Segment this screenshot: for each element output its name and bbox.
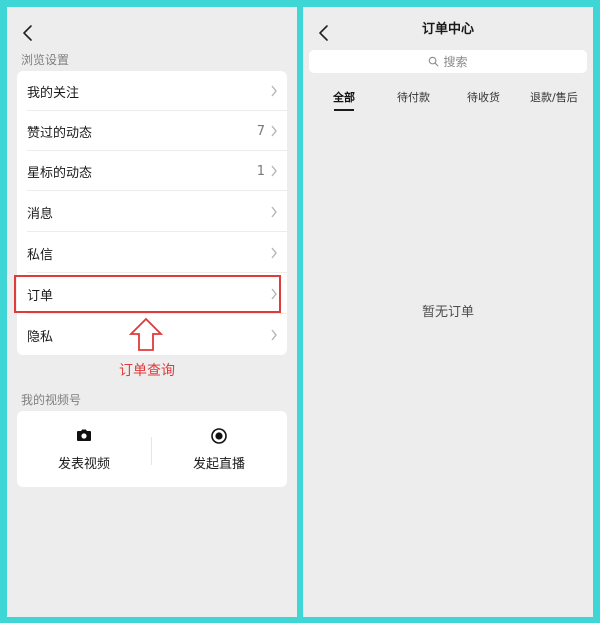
chevron-right-icon bbox=[271, 85, 277, 97]
settings-panel: 浏览设置 我的关注 赞过的动态 7 星标的动态 1 消息 私信 订单 隐私 订单… bbox=[7, 7, 297, 617]
search-placeholder: 搜索 bbox=[443, 55, 468, 69]
tab-pending-payment[interactable]: 待付款 bbox=[397, 89, 430, 105]
row-label: 我的关注 bbox=[27, 85, 80, 101]
row-label: 私信 bbox=[27, 247, 54, 263]
settings-row-following[interactable]: 我的关注 bbox=[17, 71, 287, 111]
chevron-right-icon bbox=[271, 206, 277, 218]
post-video-label: 发表视频 bbox=[57, 456, 110, 472]
chevron-right-icon bbox=[271, 329, 277, 341]
orders-highlight-box bbox=[14, 275, 281, 313]
page-title: 订单中心 bbox=[421, 22, 474, 37]
settings-row-private-messages[interactable]: 私信 bbox=[17, 233, 287, 273]
live-record-icon bbox=[211, 427, 227, 444]
post-video-button[interactable]: 发表视频 bbox=[17, 411, 151, 487]
channels-card: 发表视频 发起直播 bbox=[17, 411, 287, 487]
arrow-up-icon bbox=[128, 317, 164, 351]
back-arrow-icon[interactable] bbox=[19, 21, 39, 45]
section-title-browse: 浏览设置 bbox=[21, 53, 70, 67]
order-center-panel: 订单中心 搜索 全部 待付款 待收货 退款/售后 暂无订单 bbox=[303, 7, 593, 617]
order-query-annotation: 订单查询 bbox=[119, 363, 175, 379]
empty-state-message: 暂无订单 bbox=[421, 305, 474, 320]
tab-pending-receipt[interactable]: 待收货 bbox=[467, 89, 500, 105]
settings-row-starred-posts[interactable]: 星标的动态 1 bbox=[17, 151, 287, 191]
chevron-right-icon bbox=[271, 247, 277, 259]
search-input[interactable]: 搜索 bbox=[309, 50, 587, 73]
row-divider bbox=[27, 190, 287, 191]
row-divider bbox=[27, 231, 287, 232]
row-count: 7 bbox=[256, 123, 265, 139]
row-label: 星标的动态 bbox=[27, 165, 93, 181]
start-live-label: 发起直播 bbox=[192, 456, 245, 472]
chevron-right-icon bbox=[271, 165, 277, 177]
settings-row-liked-posts[interactable]: 赞过的动态 7 bbox=[17, 111, 287, 151]
active-tab-indicator bbox=[334, 109, 354, 111]
settings-row-messages[interactable]: 消息 bbox=[17, 192, 287, 232]
row-divider bbox=[27, 313, 287, 314]
chevron-right-icon bbox=[271, 125, 277, 137]
tab-refund-aftersales[interactable]: 退款/售后 bbox=[530, 89, 578, 105]
search-icon bbox=[429, 56, 439, 67]
tab-all[interactable]: 全部 bbox=[333, 89, 355, 105]
section-title-channel: 我的视频号 bbox=[21, 393, 82, 407]
row-divider bbox=[27, 272, 287, 273]
row-label: 赞过的动态 bbox=[27, 125, 93, 141]
row-label: 消息 bbox=[27, 206, 54, 222]
start-live-button[interactable]: 发起直播 bbox=[152, 411, 286, 487]
row-count: 1 bbox=[256, 163, 265, 179]
camera-icon bbox=[77, 429, 91, 441]
